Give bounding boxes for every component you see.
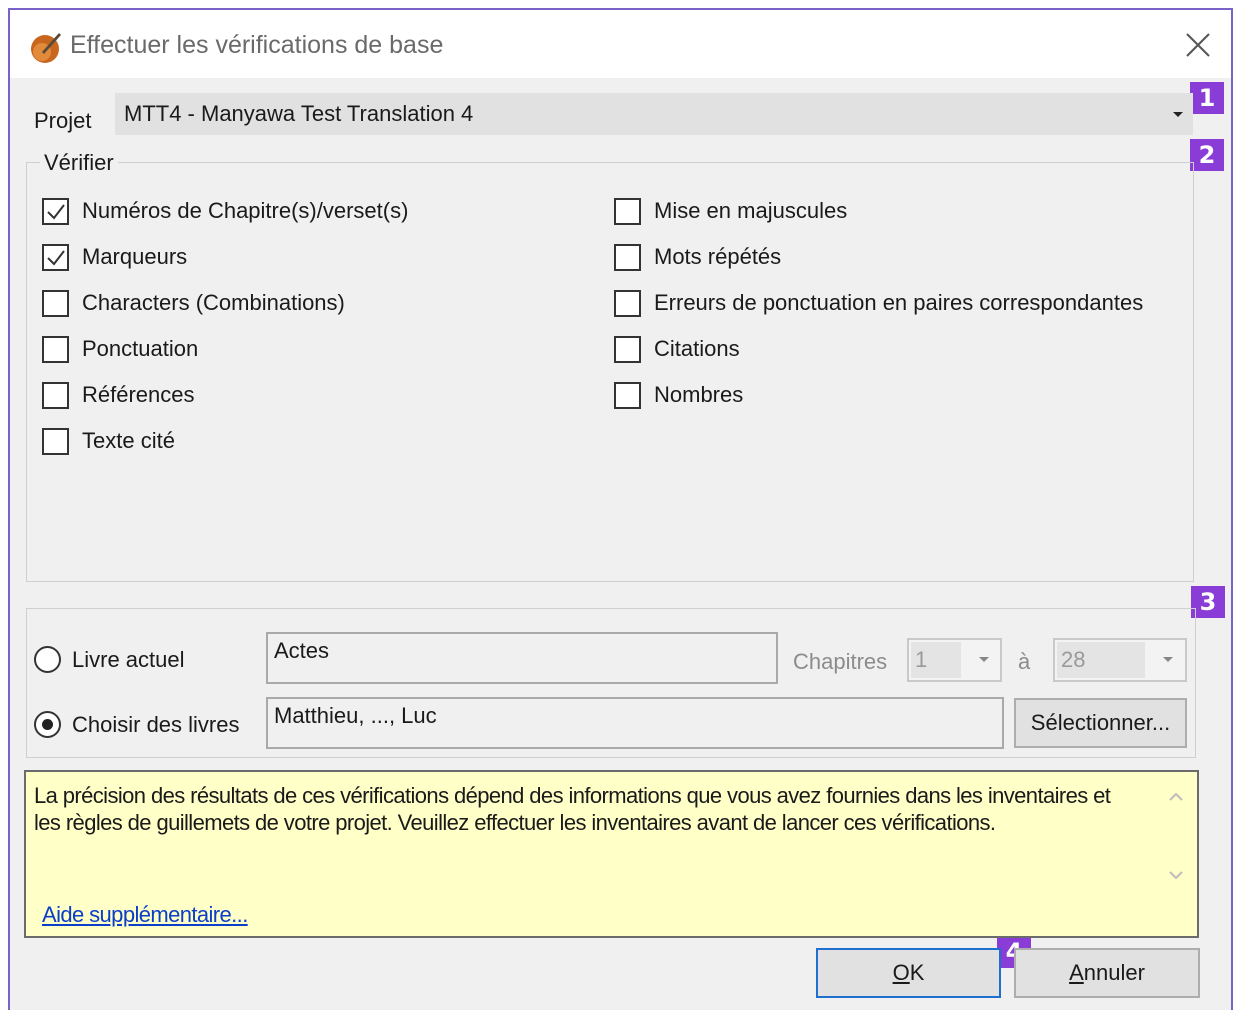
current-book-field[interactable]: Actes bbox=[266, 632, 778, 684]
help-link[interactable]: Aide supplémentaire... bbox=[42, 902, 248, 928]
cancel-label-rest: nnuler bbox=[1083, 960, 1145, 985]
checkbox-label: Numéros de Chapitre(s)/verset(s) bbox=[82, 198, 409, 223]
chosen-books-value: Matthieu, ..., Luc bbox=[274, 703, 437, 728]
ok-button[interactable]: OK bbox=[816, 948, 1001, 998]
checkmark-icon bbox=[47, 250, 65, 266]
checkbox-label: Texte cité bbox=[82, 428, 175, 453]
dialog-window: Effectuer les vérifications de base 1 2 … bbox=[8, 8, 1233, 1010]
paratext-app-icon bbox=[31, 33, 61, 63]
checkbox-box[interactable] bbox=[42, 336, 69, 363]
project-value: MTT4 - Manyawa Test Translation 4 bbox=[124, 101, 474, 126]
scroll-down-icon[interactable] bbox=[1167, 866, 1185, 884]
checkbox-quoted-text[interactable]: Texte cité bbox=[42, 426, 462, 460]
chapter-from-dropdown[interactable]: 1 bbox=[907, 638, 1002, 682]
close-icon[interactable] bbox=[1181, 28, 1215, 62]
checkbox-label: Nombres bbox=[654, 382, 744, 407]
dialog-title: Effectuer les vérifications de base bbox=[70, 31, 444, 59]
checkbox-box[interactable] bbox=[614, 290, 641, 317]
scroll-up-icon[interactable] bbox=[1167, 788, 1185, 806]
checkbox-quotations[interactable]: Citations bbox=[614, 334, 1174, 368]
checkbox-capitalization[interactable]: Mise en majuscules bbox=[614, 196, 1174, 230]
project-dropdown[interactable]: MTT4 - Manyawa Test Translation 4 bbox=[115, 93, 1193, 135]
checkbox-characters[interactable]: Characters (Combinations) bbox=[42, 288, 462, 322]
chevron-down-icon[interactable] bbox=[1163, 657, 1173, 662]
radio-selected-dot bbox=[42, 719, 53, 730]
verify-group-title: Vérifier bbox=[40, 150, 118, 176]
checkbox-box[interactable] bbox=[614, 198, 641, 225]
radio-choose-books[interactable]: Choisir des livres bbox=[34, 711, 264, 745]
checkbox-punctuation[interactable]: Ponctuation bbox=[42, 334, 462, 368]
checkbox-chapter-verse[interactable]: Numéros de Chapitre(s)/verset(s) bbox=[42, 196, 462, 230]
checkbox-matched-pairs[interactable]: Erreurs de ponctuation en paires corresp… bbox=[614, 288, 1174, 322]
info-scrollbar[interactable] bbox=[1163, 780, 1189, 892]
checkbox-box[interactable] bbox=[42, 244, 69, 271]
checkbox-numbers[interactable]: Nombres bbox=[614, 380, 1174, 414]
callout-badge-3: 3 bbox=[1191, 586, 1225, 618]
project-label: Projet bbox=[34, 108, 92, 133]
chosen-books-field[interactable]: Matthieu, ..., Luc bbox=[266, 697, 1004, 749]
project-dropdown-arrow-icon[interactable] bbox=[1173, 112, 1183, 117]
cancel-mnemonic: A bbox=[1069, 960, 1084, 985]
ok-mnemonic: O bbox=[892, 960, 910, 985]
checkbox-box[interactable] bbox=[614, 336, 641, 363]
checkbox-box[interactable] bbox=[42, 198, 69, 225]
radio-label: Choisir des livres bbox=[72, 712, 240, 737]
checkbox-label: Marqueurs bbox=[82, 244, 188, 269]
checkbox-box[interactable] bbox=[42, 290, 69, 317]
cancel-button[interactable]: Annuler bbox=[1014, 948, 1200, 998]
checkbox-label: Citations bbox=[654, 336, 740, 361]
ok-label-rest: K bbox=[909, 960, 925, 985]
chapter-to-dropdown[interactable]: 28 bbox=[1053, 638, 1187, 682]
radio-label: Livre actuel bbox=[72, 647, 185, 672]
chapter-to-value: 28 bbox=[1061, 647, 1086, 672]
checkbox-label: Mise en majuscules bbox=[654, 198, 848, 223]
chevron-down-icon[interactable] bbox=[979, 657, 989, 662]
chapter-from-value: 1 bbox=[915, 647, 928, 672]
to-label: à bbox=[1018, 649, 1031, 674]
checkbox-markers[interactable]: Marqueurs bbox=[42, 242, 462, 276]
checkbox-label: Characters (Combinations) bbox=[82, 290, 345, 315]
callout-badge-2: 2 bbox=[1190, 139, 1224, 171]
chapters-label: Chapitres bbox=[793, 649, 888, 674]
title-bar: Effectuer les vérifications de base bbox=[10, 10, 1231, 78]
radio-circle[interactable] bbox=[34, 646, 61, 673]
checkbox-label: Références bbox=[82, 382, 195, 407]
info-text: La précision des résultats de ces vérifi… bbox=[34, 783, 1111, 835]
checkbox-repeated-words[interactable]: Mots répétés bbox=[614, 242, 1174, 276]
radio-circle[interactable] bbox=[34, 711, 61, 738]
checkbox-box[interactable] bbox=[42, 428, 69, 455]
checkbox-box[interactable] bbox=[42, 382, 69, 409]
checkmark-icon bbox=[47, 204, 65, 220]
current-book-value: Actes bbox=[274, 638, 330, 663]
checkbox-box[interactable] bbox=[614, 382, 641, 409]
select-books-button[interactable]: Sélectionner... bbox=[1014, 698, 1187, 748]
checkbox-label: Mots répétés bbox=[654, 244, 782, 269]
info-panel: La précision des résultats de ces vérifi… bbox=[24, 770, 1199, 938]
checkbox-label: Ponctuation bbox=[82, 336, 199, 361]
checkbox-references[interactable]: Références bbox=[42, 380, 462, 414]
checkbox-label: Erreurs de ponctuation en paires corresp… bbox=[654, 290, 1144, 315]
checkbox-box[interactable] bbox=[614, 244, 641, 271]
radio-current-book[interactable]: Livre actuel bbox=[34, 646, 254, 680]
callout-badge-1: 1 bbox=[1190, 82, 1224, 114]
